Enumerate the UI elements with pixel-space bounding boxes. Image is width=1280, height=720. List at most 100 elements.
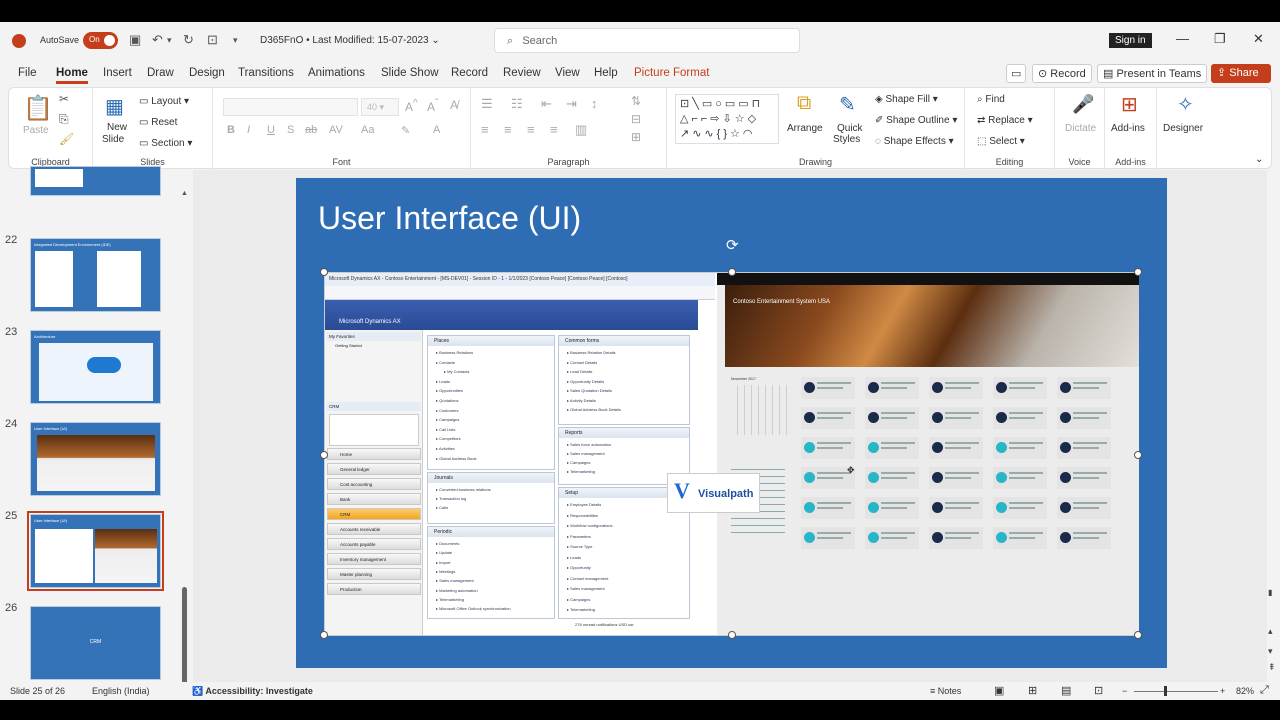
rotate-handle-icon[interactable]: ⟳ [726, 236, 739, 254]
present-icon[interactable]: ⊡ [207, 32, 218, 48]
tab-help[interactable]: Help [594, 67, 618, 79]
zoom-out-icon[interactable]: − [1122, 686, 1127, 696]
text-direction-icon[interactable]: ⇅ [631, 94, 641, 108]
character-spacing-icon[interactable]: AV [329, 124, 343, 136]
fit-to-window-icon[interactable]: ⤢ [1260, 684, 1269, 697]
language-indicator[interactable]: English (India) [92, 686, 150, 696]
slide-thumbnail-22[interactable]: Integrated Development Environment (IDE) [30, 238, 161, 312]
resize-handle[interactable] [320, 268, 328, 276]
zoom-slider-thumb[interactable] [1164, 686, 1167, 696]
previous-slide-icon[interactable]: ⇞ [1268, 662, 1276, 673]
reset-button[interactable]: ▭ Reset [139, 117, 177, 128]
change-case-icon[interactable]: Aa [361, 124, 374, 136]
highlight-icon[interactable]: ✎ [401, 124, 410, 137]
arrange-label[interactable]: Arrange [787, 123, 823, 134]
microphone-icon[interactable]: 🎤 [1072, 94, 1094, 115]
cut-icon[interactable]: ✂ [59, 92, 69, 106]
align-left-icon[interactable]: ≡ [481, 122, 489, 137]
slide-sorter-icon[interactable]: ⊞ [1028, 684, 1037, 697]
restore-icon[interactable]: ❐ [1214, 31, 1226, 47]
columns-icon[interactable]: ▥ [575, 122, 587, 138]
notes-button[interactable]: ≡ Notes [930, 686, 961, 696]
shape-fill-button[interactable]: ◈ Shape Fill ▾ [875, 94, 938, 105]
resize-handle[interactable] [1134, 631, 1142, 639]
new-slide-label[interactable]: New [107, 122, 127, 133]
quick-styles-icon[interactable]: ✎ [839, 92, 856, 117]
slide-thumbnail-23[interactable]: Architecture [30, 330, 161, 404]
quick-styles-label[interactable]: Quick [837, 123, 863, 134]
present-in-teams-button[interactable]: ▤ Present in Teams [1097, 64, 1208, 83]
addins-icon[interactable]: ⊞ [1121, 92, 1138, 117]
redo-icon[interactable]: ↻ [183, 32, 194, 48]
grow-font-icon[interactable]: A^ [405, 98, 418, 114]
undo-icon[interactable]: ↶ [152, 32, 163, 48]
sign-in-button[interactable]: Sign in [1109, 33, 1152, 48]
thumbnails-scrollbar[interactable]: ▲ [181, 190, 189, 692]
scroll-up-icon[interactable]: ▴ [1268, 626, 1273, 637]
tab-transitions[interactable]: Transitions [238, 67, 294, 79]
font-family-select[interactable] [223, 98, 358, 116]
arrange-icon[interactable]: ⧉ [797, 92, 811, 115]
font-size-select[interactable]: 40 ▾ [361, 98, 399, 116]
tab-animations[interactable]: Animations [308, 67, 365, 79]
replace-button[interactable]: ⇄ Replace ▾ [977, 115, 1033, 126]
align-text-icon[interactable]: ⊟ [631, 112, 641, 126]
new-slide-icon[interactable]: ▦ [105, 94, 124, 119]
paste-icon[interactable]: 📋 [23, 94, 53, 123]
format-painter-icon[interactable]: 🖌 [59, 132, 74, 146]
normal-view-icon[interactable]: ▣ [994, 684, 1004, 697]
search-input[interactable]: ⌕ Search [494, 28, 800, 53]
underline-icon[interactable]: U [267, 124, 275, 136]
strikethrough-icon[interactable]: ab [305, 124, 317, 136]
justify-icon[interactable]: ≡ [550, 122, 558, 137]
bold-icon[interactable]: B [227, 124, 235, 136]
tab-record[interactable]: Record [451, 67, 488, 79]
tab-insert[interactable]: Insert [103, 67, 132, 79]
save-icon[interactable]: ▣ [129, 32, 141, 48]
align-center-icon[interactable]: ≡ [504, 122, 512, 137]
minimize-icon[interactable]: — [1176, 31, 1189, 46]
slide-thumbnail-21[interactable] [30, 166, 161, 196]
slide-counter[interactable]: Slide 25 of 26 [10, 686, 65, 696]
canvas-scroll-thumb[interactable]: ▮ [1268, 588, 1272, 597]
resize-handle[interactable] [1134, 451, 1142, 459]
addins-label[interactable]: Add-ins [1111, 123, 1145, 134]
shadow-icon[interactable]: S [287, 124, 294, 136]
slide-title[interactable]: User Interface (UI) [318, 200, 581, 237]
numbering-icon[interactable]: ☷ [511, 96, 523, 112]
tab-design[interactable]: Design [189, 67, 225, 79]
record-button[interactable]: ⊙ Record [1032, 64, 1092, 83]
undo-dropdown-icon[interactable]: ▾ [167, 35, 172, 46]
zoom-level[interactable]: 82% [1236, 686, 1254, 696]
line-spacing-icon[interactable]: ↕ [591, 96, 598, 111]
smartart-icon[interactable]: ⊞ [631, 130, 641, 144]
slide-picture[interactable]: Microsoft Dynamics AX - Contoso Entertai… [320, 268, 1142, 639]
tab-home[interactable]: Home [56, 67, 88, 84]
section-button[interactable]: ▭ Section ▾ [139, 138, 192, 149]
tab-view[interactable]: View [555, 67, 580, 79]
tab-picture-format[interactable]: Picture Format [634, 67, 709, 79]
accessibility-button[interactable]: ♿ Accessibility: Investigate [192, 686, 313, 697]
document-title[interactable]: D365FnO • Last Modified: 15-07-2023 ⌄ [260, 35, 440, 46]
shape-outline-button[interactable]: ✐ Shape Outline ▾ [875, 115, 957, 126]
ribbon-collapse-icon[interactable]: ⌄ [1255, 154, 1263, 165]
current-slide[interactable]: User Interface (UI) ⟳ Microsoft Dynamics… [296, 178, 1167, 668]
paste-label[interactable]: Paste [23, 125, 49, 136]
zoom-in-icon[interactable]: + [1220, 686, 1225, 696]
slide-thumbnail-26[interactable]: CRM [30, 606, 161, 680]
resize-handle[interactable] [320, 631, 328, 639]
resize-handle[interactable] [1134, 268, 1142, 276]
close-icon[interactable]: ✕ [1253, 31, 1264, 47]
shrink-font-icon[interactable]: Aˇ [427, 98, 438, 114]
resize-handle[interactable] [320, 451, 328, 459]
align-right-icon[interactable]: ≡ [527, 122, 535, 137]
zoom-slider[interactable] [1134, 691, 1218, 692]
designer-label[interactable]: Designer [1163, 123, 1203, 134]
select-button[interactable]: ⬚ Select ▾ [977, 136, 1025, 147]
reading-view-icon[interactable]: ▤ [1061, 684, 1071, 697]
slide-thumbnail-24[interactable]: User Interface (UI) [30, 422, 161, 496]
increase-indent-icon[interactable]: ⇥ [566, 96, 577, 112]
dictate-label[interactable]: Dictate [1065, 123, 1096, 134]
find-button[interactable]: ⌕ Find [977, 94, 1005, 105]
tab-slide-show[interactable]: Slide Show [381, 67, 439, 79]
